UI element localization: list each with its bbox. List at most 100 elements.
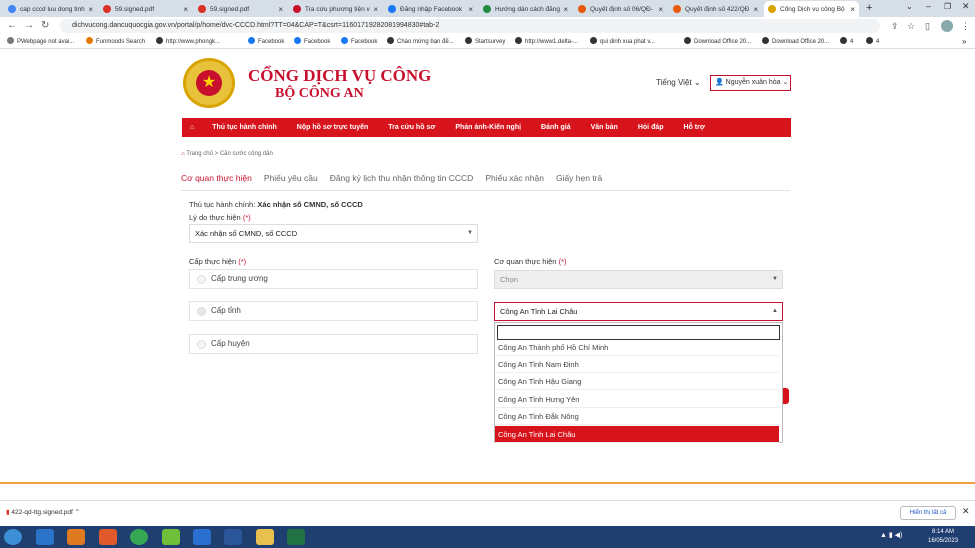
radio-button[interactable] [197,275,206,284]
chevron-down-icon[interactable]: ⌄ [906,2,913,11]
bookmark-item[interactable]: PWebpage not avai... [7,35,74,49]
breadcrumb-home[interactable]: Trang chủ [186,151,213,157]
new-tab-icon[interactable]: + [866,2,872,14]
bookmark-item[interactable]: Facebook [248,35,284,49]
bookmark-item[interactable]: 4 [866,35,879,49]
share-icon[interactable]: ⇪ [891,17,899,35]
download-item[interactable]: ▮ 422-qd-ttg.signed.pdf ⌃ [6,504,118,522]
menu-icon[interactable]: ⋮ [961,17,970,35]
start-icon[interactable] [4,529,22,545]
bookmark-item[interactable]: http://www1.delta-... [515,35,578,49]
dropdown-option[interactable]: Công An Tỉnh Hậu Giang [495,373,779,390]
dropdown-option[interactable]: Công An Tỉnh Hưng Yên [495,391,779,408]
language-selector[interactable]: Tiếng Việt ⌄ [656,75,701,91]
bookmark-item[interactable]: Download Office 20... [684,35,751,49]
excel-icon[interactable] [287,529,305,545]
close-icon[interactable]: × [753,5,758,14]
close-icon[interactable]: × [88,5,93,14]
show-all-downloads-button[interactable]: Hiển thị tất cả [900,506,956,520]
tab-schedule[interactable]: Đăng ký lịch thu nhận thông tin CCCD [330,173,474,190]
level-option-province[interactable]: Cấp tỉnh [189,301,478,321]
avatar[interactable] [941,20,953,32]
close-icon[interactable]: × [278,5,283,14]
police-emblem-logo[interactable]: ★ [183,58,235,108]
radio-button-selected[interactable] [197,307,206,316]
browser-tab[interactable]: Quyết định số 422/QĐ × [669,1,762,17]
dropdown-option[interactable]: Công An Thành phố Hồ Chí Minh [495,339,779,356]
dropdown-option-highlighted[interactable]: Công An Tỉnh Lai Châu [495,426,779,443]
close-icon[interactable]: × [183,5,188,14]
menu-item-support[interactable]: Hỗ trợ [674,124,715,131]
browser-tab-active[interactable]: Cổng Dịch vụ công Bộ × [764,1,859,17]
browser-tab[interactable]: Đăng nhập Facebook × [384,1,477,17]
agency-select[interactable]: Công An Tỉnh Lai Châu ▲ [494,302,783,321]
reason-label: Lý do thực hiện (*) [189,213,251,222]
home-icon[interactable]: ⌂ [182,124,202,131]
tab-appointment[interactable]: Giấy hẹn trả [556,173,602,190]
globe-icon [840,37,847,44]
chrome-icon[interactable] [130,529,148,545]
bookmark-item[interactable]: http://www.phongk... [156,35,220,49]
browser-tab[interactable]: cap cccd luu dong tinh × [4,1,97,17]
close-icon[interactable]: × [658,5,663,14]
dropdown-option[interactable]: Công An Tỉnh Đắk Nông [495,408,779,425]
dropdown-option[interactable]: Công An Tỉnh Nam Định [495,356,779,373]
folder-icon[interactable] [256,529,274,545]
browser-tab[interactable]: Tra cứu phương tiện vi × [289,1,382,17]
bookmark-item[interactable]: Chào mừng bạn đế... [387,35,454,49]
firefox-icon[interactable] [99,529,117,545]
dropdown-search-input[interactable] [497,325,780,340]
level-option-central[interactable]: Cấp trung ương [189,269,478,289]
system-clock[interactable]: 8:14 AM 16/05/2023 [928,528,958,546]
maximize-icon[interactable]: ❐ [944,2,951,11]
facebook-icon [388,5,396,13]
close-icon[interactable]: ✕ [962,506,970,517]
user-menu-button[interactable]: 👤 Nguyễn xuân hòa ⌄ [710,75,791,91]
close-icon[interactable]: × [563,5,568,14]
tab-request-form[interactable]: Phiếu yêu cầu [264,173,318,190]
ie-icon[interactable] [36,529,54,545]
menu-item-submit[interactable]: Nộp hồ sơ trực tuyến [287,124,379,131]
reason-select[interactable]: Xác nhận số CMND, số CCCD ▼ [189,224,478,243]
more-bookmarks-icon[interactable]: » [962,35,966,49]
menu-item-feedback[interactable]: Phản ánh-Kiến nghị [445,124,531,131]
bookmark-item[interactable]: 4 [840,35,853,49]
app-icon[interactable] [162,529,180,545]
bookmark-item[interactable]: Startsurvey [465,35,505,49]
menu-item-faq[interactable]: Hỏi đáp [628,124,674,131]
level-option-district[interactable]: Cấp huyện [189,334,478,354]
radio-button[interactable] [197,340,206,349]
bookmark-item[interactable]: Funmoods Search [86,35,145,49]
address-bar[interactable]: dichvucong.dancuquocgia.gov.vn/portal/p/… [60,19,880,33]
bookmark-item[interactable]: qui dinh xua phat v... [590,35,655,49]
back-icon[interactable]: ← [7,17,17,35]
browser-tab[interactable]: Quyết định số 06/QĐ- × [574,1,667,17]
close-icon[interactable]: × [468,5,473,14]
bookmark-item[interactable]: Facebook [341,35,377,49]
close-icon[interactable]: × [373,5,378,14]
menu-item-lookup[interactable]: Tra cứu hồ sơ [378,124,445,131]
star-icon[interactable]: ☆ [907,17,915,35]
close-window-icon[interactable]: ✕ [962,1,970,12]
tab-confirmation[interactable]: Phiếu xác nhận [485,173,544,190]
word-icon[interactable] [224,529,242,545]
forward-icon[interactable]: → [24,17,34,35]
reload-icon[interactable]: ↻ [41,17,49,35]
menu-item-documents[interactable]: Văn bản [581,124,628,131]
menu-item-procedures[interactable]: Thủ tục hành chính [202,124,287,131]
close-icon[interactable]: × [850,5,855,14]
zalo-icon[interactable] [193,529,211,545]
chevron-up-icon[interactable]: ⌃ [75,509,80,516]
pdf-icon [198,5,206,13]
tab-agency[interactable]: Cơ quan thực hiện [181,173,252,190]
media-player-icon[interactable] [67,529,85,545]
bookmark-item[interactable]: Download Office 20... [762,35,829,49]
sidebar-icon[interactable]: ▯ [925,17,930,35]
bookmark-item[interactable]: Facebook [294,35,330,49]
browser-tab[interactable]: Hướng dẫn cách đăng × [479,1,572,17]
tray-icons[interactable]: ▲ ▮ ◀) [880,531,902,539]
browser-tab[interactable]: 59.signed.pdf × [194,1,287,17]
menu-item-rating[interactable]: Đánh giá [531,124,581,131]
minimize-icon[interactable]: – [926,1,931,11]
browser-tab[interactable]: 59.signed.pdf × [99,1,192,17]
